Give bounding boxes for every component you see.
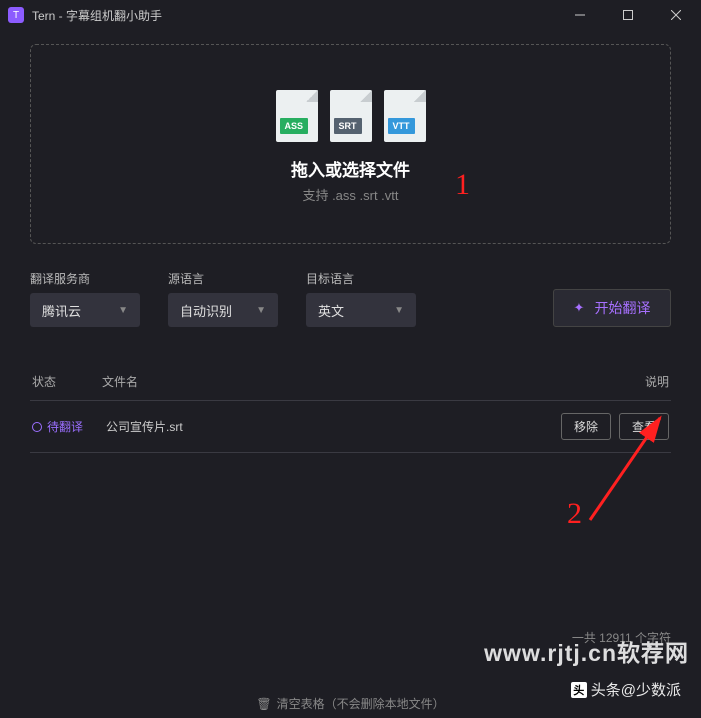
chevron-down-icon: ▼: [256, 305, 266, 316]
file-dropzone[interactable]: ASS SRT VTT 拖入或选择文件 支持 .ass .srt .vtt: [30, 44, 671, 244]
table-header: 状态 文件名 说明: [30, 373, 671, 401]
clear-table-link[interactable]: 🗑 清空表格（不会删除本地文件）: [256, 695, 444, 712]
minimize-button[interactable]: [563, 0, 597, 30]
watermark-toutiao: 头 头条@少数派: [571, 679, 681, 700]
ass-file-icon: ASS: [276, 90, 318, 142]
file-name-cell: 公司宣传片.srt: [102, 418, 561, 435]
col-status-header: 状态: [32, 373, 102, 390]
char-count: 一共 12911 个字符: [572, 629, 671, 646]
target-lang-value: 英文: [318, 301, 344, 320]
srt-file-icon: SRT: [330, 90, 372, 142]
dropzone-title: 拖入或选择文件: [291, 156, 410, 181]
view-button[interactable]: 查看: [619, 413, 669, 440]
provider-label: 翻译服务商: [30, 270, 140, 287]
source-lang-value: 自动识别: [180, 301, 232, 320]
target-lang-label: 目标语言: [306, 270, 416, 287]
col-desc-header: 说明: [609, 373, 669, 390]
source-lang-select[interactable]: 自动识别 ▼: [168, 293, 278, 327]
bolt-icon: ✦: [574, 300, 585, 316]
col-name-header: 文件名: [102, 373, 609, 390]
table-row: 待翻译 公司宣传片.srt 移除 查看: [30, 401, 671, 453]
clear-table-text: 清空表格（不会删除本地文件）: [277, 695, 445, 712]
format-icons: ASS SRT VTT: [276, 90, 426, 142]
vtt-file-icon: VTT: [384, 90, 426, 142]
dropzone-subtitle: 支持 .ass .srt .vtt: [302, 185, 398, 204]
provider-select[interactable]: 腾讯云 ▼: [30, 293, 140, 327]
annotation-2: 2: [567, 497, 582, 531]
chevron-down-icon: ▼: [394, 305, 404, 316]
target-lang-select[interactable]: 英文 ▼: [306, 293, 416, 327]
toutiao-icon: 头: [571, 682, 587, 698]
trash-icon: 🗑: [256, 697, 271, 711]
start-translate-button[interactable]: ✦ 开始翻译: [553, 289, 671, 327]
chevron-down-icon: ▼: [118, 305, 128, 316]
app-icon: T: [8, 7, 24, 23]
provider-value: 腾讯云: [42, 301, 81, 320]
status-text: 待翻译: [47, 418, 83, 435]
remove-button[interactable]: 移除: [561, 413, 611, 440]
close-button[interactable]: [659, 0, 693, 30]
maximize-button[interactable]: [611, 0, 645, 30]
source-lang-label: 源语言: [168, 270, 278, 287]
status-circle-icon: [32, 422, 42, 432]
window-title: Tern - 字幕组机翻小助手: [32, 7, 563, 24]
titlebar: T Tern - 字幕组机翻小助手: [0, 0, 701, 30]
status-badge: 待翻译: [32, 418, 102, 435]
start-button-label: 开始翻译: [594, 298, 650, 318]
